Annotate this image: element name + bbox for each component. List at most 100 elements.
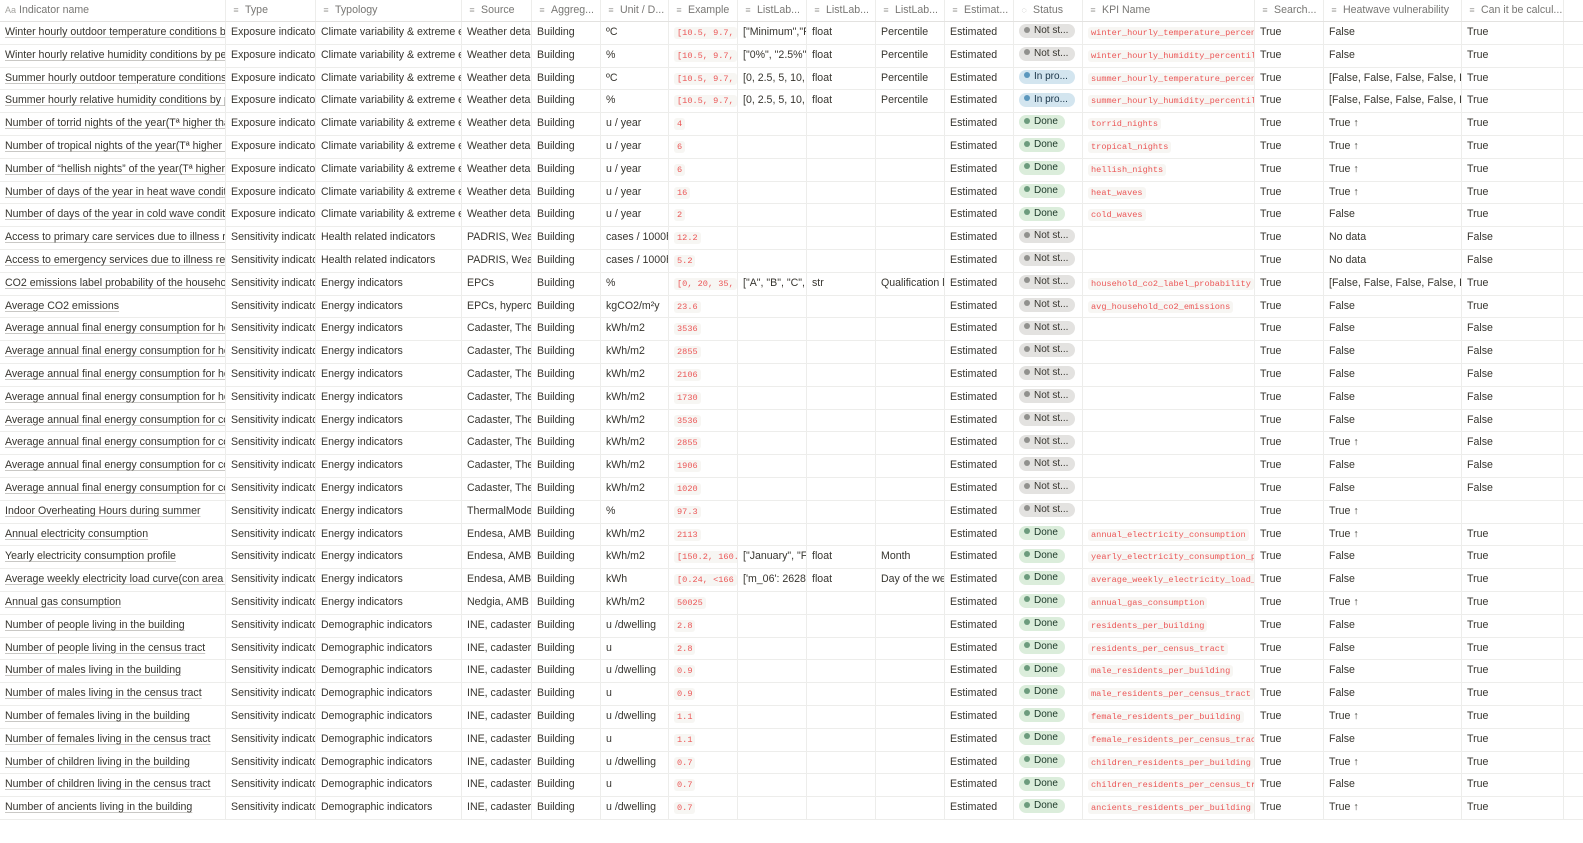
cell-type[interactable]: Exposure indicators (226, 90, 316, 113)
cell-st[interactable]: Not st... (1014, 455, 1083, 477)
cell-kpi[interactable]: summer_hourly_humidity_percentile (1083, 90, 1255, 113)
cell-hw[interactable]: [False, False, False, False, False] (1324, 67, 1462, 90)
column-header-hw[interactable]: ≡ Heatwave vulnerability (1324, 0, 1462, 21)
cell-name[interactable]: Average annual final energy consumption … (0, 386, 226, 409)
cell-typ[interactable]: Energy indicators (316, 272, 462, 295)
indicator-name-link[interactable]: Average weekly electricity load curve(co… (5, 573, 225, 585)
indicator-name-link[interactable]: Number of children living in the buildin… (5, 756, 190, 768)
cell-l1[interactable] (738, 295, 807, 318)
cell-kpi[interactable]: residents_per_census_tract (1083, 637, 1255, 660)
cell-name[interactable]: Number of children living in the buildin… (0, 751, 226, 774)
cell-src[interactable]: INE, cadaster (462, 751, 532, 774)
cell-name[interactable]: Number of tropical nights of the year(Tª… (0, 135, 226, 158)
cell-type[interactable]: Sensitivity indicators (226, 500, 316, 523)
indicator-name-link[interactable]: Average annual final energy consumption … (5, 459, 225, 471)
cell-typ[interactable]: Energy indicators (316, 409, 462, 432)
cell-l1[interactable] (738, 113, 807, 135)
cell-ex[interactable]: [10.5, 9.7, (669, 22, 738, 44)
cell-unit[interactable]: u (601, 637, 669, 660)
cell-l1[interactable] (738, 318, 807, 341)
cell-l2[interactable] (807, 614, 876, 637)
cell-unit[interactable]: kWh/m2 (601, 477, 669, 500)
cell-kpi[interactable]: annual_electricity_consumption (1083, 523, 1255, 546)
cell-st[interactable]: Done (1014, 637, 1083, 660)
cell-ex[interactable]: 50025 (669, 591, 738, 614)
cell-st[interactable]: Done (1014, 158, 1083, 181)
table-row[interactable]: Number of females living in the building… (0, 705, 1583, 729)
cell-l1[interactable] (738, 249, 807, 272)
cell-name[interactable]: Number of torrid nights of the year(Tª h… (0, 113, 226, 135)
cell-l1[interactable] (738, 705, 807, 728)
cell-unit[interactable]: u /dwelling (601, 705, 669, 728)
cell-calc[interactable]: True (1462, 158, 1564, 181)
cell-l1[interactable] (738, 751, 807, 774)
cell-src[interactable]: INE, cadaster (462, 637, 532, 660)
cell-kpi[interactable]: hellish_nights (1083, 158, 1255, 181)
cell-st[interactable]: Done (1014, 660, 1083, 683)
cell-typ[interactable]: Climate variability & extreme events (316, 158, 462, 181)
cell-typ[interactable]: Energy indicators (316, 523, 462, 546)
cell-l3[interactable]: Percentile (876, 22, 945, 44)
cell-ex[interactable]: 0.7 (669, 774, 738, 797)
cell-st[interactable]: Done (1014, 797, 1083, 819)
cell-est[interactable]: Estimated (945, 546, 1014, 569)
cell-calc[interactable]: True (1462, 797, 1564, 819)
table-row[interactable]: Number of people living in the building S… (0, 614, 1583, 638)
cell-l3[interactable]: Percentile (876, 67, 945, 90)
cell-l2[interactable] (807, 113, 876, 135)
cell-kpi[interactable] (1083, 409, 1255, 432)
cell-calc[interactable]: True (1462, 22, 1564, 44)
table-row[interactable]: Number of people living in the census tr… (0, 637, 1583, 661)
cell-est[interactable]: Estimated (945, 774, 1014, 797)
cell-calc[interactable]: True (1462, 591, 1564, 614)
table-row[interactable]: Average annual final energy consumption … (0, 386, 1583, 410)
cell-ex[interactable]: 1906 (669, 455, 738, 477)
cell-agg[interactable]: Building (532, 637, 601, 660)
cell-typ[interactable]: Energy indicators (316, 341, 462, 363)
table-row[interactable]: Average annual final energy consumption … (0, 341, 1583, 364)
indicator-name-link[interactable]: Number of “hellish nights” of the year(T… (5, 163, 225, 175)
column-header-typ[interactable]: ≡ Typology (316, 0, 462, 21)
cell-l1[interactable] (738, 135, 807, 158)
cell-agg[interactable]: Building (532, 135, 601, 158)
cell-typ[interactable]: Energy indicators (316, 500, 462, 523)
cell-calc[interactable]: True (1462, 204, 1564, 227)
indicator-name-link[interactable]: Summer hourly relative humidity conditio… (5, 94, 225, 106)
cell-srch[interactable]: True (1255, 705, 1324, 728)
cell-kpi[interactable] (1083, 477, 1255, 500)
cell-src[interactable]: INE, cadaster (462, 683, 532, 705)
cell-hw[interactable]: True ↑ (1324, 135, 1462, 158)
indicator-name-link[interactable]: Average annual final energy consumption … (5, 436, 225, 448)
indicator-name-link[interactable]: Number of people living in the census tr… (5, 642, 205, 654)
cell-kpi[interactable]: female_residents_per_building (1083, 705, 1255, 728)
indicator-name-link[interactable]: Number of tropical nights of the year(Tª… (5, 140, 225, 152)
cell-type[interactable]: Sensitivity indicators (226, 272, 316, 295)
table-row[interactable]: Number of tropical nights of the year(Tª… (0, 135, 1583, 159)
cell-typ[interactable]: Demographic indicators (316, 660, 462, 683)
indicator-name-link[interactable]: Annual electricity consumption (5, 528, 148, 540)
cell-srch[interactable]: True (1255, 90, 1324, 113)
cell-hw[interactable]: False (1324, 728, 1462, 751)
cell-kpi[interactable]: winter_hourly_temperature_percentile (1083, 22, 1255, 44)
cell-calc[interactable]: True (1462, 683, 1564, 705)
cell-agg[interactable]: Building (532, 477, 601, 500)
cell-unit[interactable]: % (601, 44, 669, 67)
cell-l3[interactable] (876, 432, 945, 455)
cell-est[interactable]: Estimated (945, 500, 1014, 523)
cell-calc[interactable]: True (1462, 90, 1564, 113)
cell-name[interactable]: Winter hourly outdoor temperature condit… (0, 22, 226, 44)
cell-l3[interactable]: Month (876, 546, 945, 569)
cell-agg[interactable]: Building (532, 363, 601, 386)
cell-l2[interactable] (807, 591, 876, 614)
table-row[interactable]: Number of days of the year in cold wave … (0, 204, 1583, 228)
cell-st[interactable]: Done (1014, 728, 1083, 751)
cell-est[interactable]: Estimated (945, 67, 1014, 90)
cell-agg[interactable]: Building (532, 90, 601, 113)
cell-st[interactable]: Not st... (1014, 500, 1083, 523)
cell-st[interactable]: Done (1014, 591, 1083, 614)
cell-l3[interactable] (876, 523, 945, 546)
indicator-name-link[interactable]: Number of days of the year in heat wave … (5, 186, 225, 198)
cell-agg[interactable]: Building (532, 728, 601, 751)
cell-est[interactable]: Estimated (945, 363, 1014, 386)
cell-l2[interactable] (807, 455, 876, 477)
